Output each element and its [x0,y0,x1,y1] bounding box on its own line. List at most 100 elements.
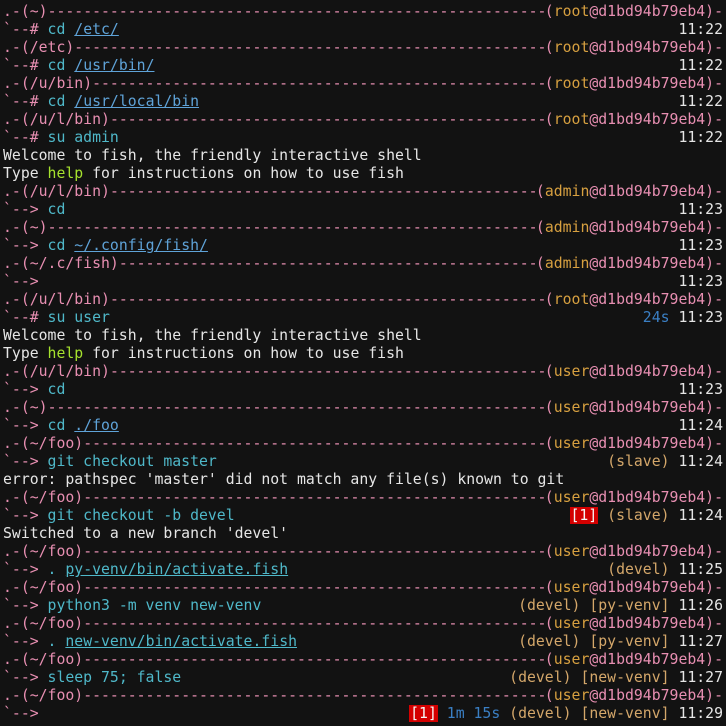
prompt-frame: ) [74,579,84,596]
output-text: error: pathspec 'master' did not match a… [3,471,565,488]
prompt-command-line: `--> . new-venv/bin/activate.fish (devel)… [0,633,726,651]
text-segment [580,633,589,650]
right-prompt: (slave) 11:24 [607,453,723,471]
command-area: `--> . py-venv/bin/activate.fish [3,561,288,579]
prompt-frame: )- [705,183,723,200]
prompt-frame: ) [101,363,110,380]
prompt-user-host: (admin@d1bd94b79eb4)- [536,183,723,201]
prompt-frame: )- [705,255,723,272]
prompt-command-line: `--# cd /usr/bin/11:22 [0,57,726,75]
prompt-frame: .-( [3,183,30,200]
prompt-frame: )- [705,111,723,128]
cwd-text: /etc [29,39,66,56]
command-area: `--> git checkout master [3,453,217,471]
timestamp: 11:22 [678,129,723,146]
prompt-header-line: .-(~/foo) -------------------------------… [0,615,726,633]
exit-status-badge: [1] [569,507,599,524]
timestamp: 11:22 [678,57,723,74]
text-segment [580,597,589,614]
prompt-symbol: `--# [3,309,48,326]
prompt-user-host: (admin@d1bd94b79eb4)- [536,219,723,237]
command-area: `--> sleep 75; false [3,669,181,687]
prompt-cwd: .-(~/foo) [3,579,83,597]
prompt-command-line: `--> 11:23 [0,273,726,291]
cwd-text: /u/l/bin [29,183,102,200]
prompt-frame: ( [544,489,554,506]
timestamp: 11:23 [678,237,723,254]
right-prompt: [1] (slave) 11:24 [569,507,723,525]
command-text [65,93,74,110]
prompt-frame: ) [74,489,84,506]
command-text: /usr/local/bin [74,93,200,110]
command-area: `--# su admin [3,129,119,147]
command-text: cd [47,21,66,38]
timestamp: 11:23 [678,273,723,290]
command-text [65,417,74,434]
cwd-text: ~/foo [29,615,75,632]
prompt-command-line: `--> cd ~/.config/fish/11:23 [0,237,726,255]
command-text: git checkout -b devel [47,507,235,524]
right-prompt: (devel) 11:25 [607,561,723,579]
prompt-cwd: .-(~) [3,219,48,237]
hostname: @d1bd94b79eb4 [589,579,706,596]
prompt-user-host: (root@d1bd94b79eb4)- [545,111,723,129]
prompt-rule: ----------------------------------------… [83,615,545,632]
hostname: @d1bd94b79eb4 [589,39,706,56]
prompt-command-line: `--> cd ./foo 11:24 [0,417,726,435]
prompt-frame: )- [705,579,723,596]
username: admin [544,255,590,272]
text-segment [598,507,607,524]
prompt-rule: ----------------------------------------… [83,651,545,668]
prompt-frame: .-( [3,75,30,92]
prompt-rule: ----------------------------------------… [83,435,545,452]
output-line: Welcome to fish, the friendly interactiv… [0,147,726,165]
timestamp: 11:29 [678,705,723,722]
prompt-rule: ----------------------------------------… [47,219,536,236]
prompt-symbol: `--> [3,597,48,614]
hostname: @d1bd94b79eb4 [589,489,706,506]
prompt-command-line: `--# cd /usr/local/bin 11:22 [0,93,726,111]
command-text: cd [47,93,66,110]
timestamp: 11:23 [678,201,723,218]
git-branch: (devel) [509,669,572,686]
prompt-frame: .-( [3,579,30,596]
prompt-frame: ) [74,543,84,560]
right-prompt: 24s 11:23 [643,309,723,327]
prompt-header-line: .-(~/foo) -------------------------------… [0,579,726,597]
prompt-command-line: `--> cd 11:23 [0,201,726,219]
prompt-frame: )- [705,219,723,236]
cwd-text: ~/foo [29,489,75,506]
cwd-text: /u/l/bin [29,291,102,308]
username: root [553,3,590,20]
prompt-header-line: .-(/u/l/bin) ----------------------------… [0,363,726,381]
username: root [553,111,590,128]
command-area: `--# cd /usr/bin/ [3,57,154,75]
terminal-output[interactable]: .-(~) -----------------------------------… [0,0,726,723]
prompt-symbol: `--> [3,633,48,650]
prompt-frame: ( [535,183,545,200]
prompt-frame: .-( [3,111,30,128]
output-line: Type help for instructions on how to use… [0,165,726,183]
command-text [65,21,74,38]
prompt-frame: ( [544,39,554,56]
right-prompt: (devel) [new-venv] 11:27 [509,669,723,687]
username: user [553,579,590,596]
prompt-user-host: (user@d1bd94b79eb4)- [545,579,723,597]
virtualenv: [py-venv] [589,597,670,614]
prompt-rule: ----------------------------------------… [109,111,545,128]
prompt-cwd: .-(~/foo) [3,615,83,633]
timestamp: 11:27 [678,669,723,686]
command-text: cd [47,201,66,218]
prompt-user-host: (root@d1bd94b79eb4)- [545,75,723,93]
prompt-frame: .-( [3,3,30,20]
right-prompt: 11:22 [678,129,723,147]
prompt-rule: ----------------------------------------… [83,687,545,704]
